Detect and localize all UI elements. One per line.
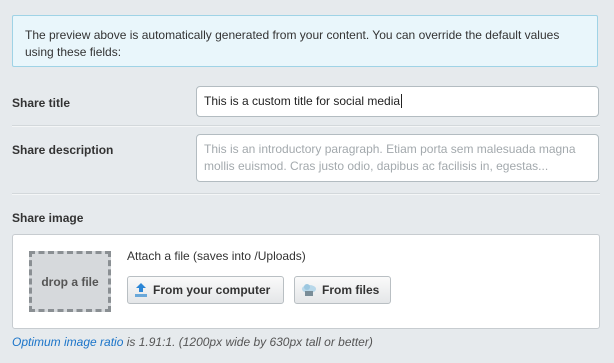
- upload-icon: [135, 283, 147, 297]
- share-image-label: Share image: [12, 211, 84, 225]
- drop-zone-label: drop a file: [41, 274, 99, 289]
- cloud-files-icon: [302, 284, 316, 296]
- drop-zone[interactable]: drop a file: [29, 251, 111, 312]
- from-computer-button[interactable]: From your computer: [127, 276, 284, 304]
- attach-description: Attach a file (saves into /Uploads): [127, 249, 306, 263]
- from-computer-label: From your computer: [153, 283, 271, 297]
- info-notice: The preview above is automatically gener…: [12, 15, 598, 67]
- share-title-label: Share title: [12, 96, 71, 110]
- share-title-value: This is a custom title for social media: [204, 94, 401, 108]
- optimum-ratio-link[interactable]: Optimum image ratio: [12, 335, 123, 349]
- image-ratio-hint: Optimum image ratio is 1.91:1. (1200px w…: [12, 335, 373, 349]
- upload-field: drop a file Attach a file (saves into /U…: [12, 234, 600, 329]
- info-notice-text: The preview above is automatically gener…: [25, 28, 560, 59]
- share-description-label: Share description: [12, 143, 114, 157]
- divider-highlight: [12, 126, 600, 127]
- from-files-button[interactable]: From files: [294, 276, 391, 304]
- image-ratio-text: is 1.91:1. (1200px wide by 630px tall or…: [123, 335, 373, 349]
- share-description-placeholder: This is an introductory paragraph. Etiam…: [204, 142, 576, 173]
- share-description-input[interactable]: This is an introductory paragraph. Etiam…: [196, 134, 599, 182]
- from-files-label: From files: [322, 283, 380, 297]
- text-caret: [401, 94, 403, 108]
- divider-highlight: [12, 194, 600, 195]
- share-title-input[interactable]: This is a custom title for social media: [196, 86, 599, 117]
